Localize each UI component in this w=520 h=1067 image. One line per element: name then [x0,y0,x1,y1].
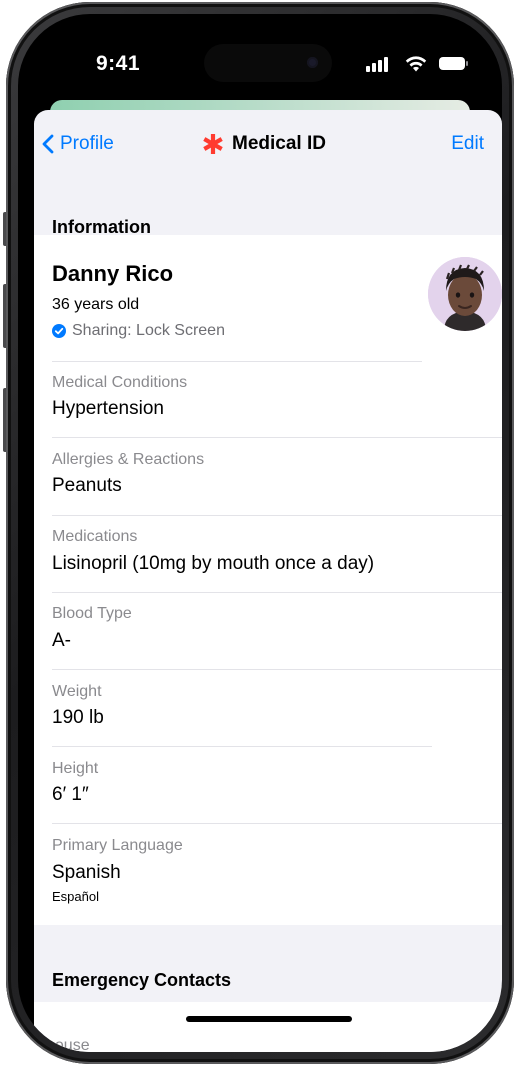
page-title: Medical ID [202,132,326,156]
weight-value: 190 lb [52,707,104,728]
blood-type-label: Blood Type [52,605,132,622]
blood-type-value: A- [52,630,71,651]
divider [52,361,422,362]
checkmark-circle-icon [52,324,66,338]
medical-id-sheet: Profile Medical ID Edit Information Dann… [34,110,502,1052]
status-icons [366,54,476,74]
allergies-label: Allergies & Reactions [52,451,205,468]
allergies-value: Peanuts [52,475,122,496]
navigation-bar: Profile Medical ID Edit [34,110,502,174]
phone-screen: 9:41 Profile Medical ID Edit Information… [18,14,502,1052]
medications-value: Lisinopril (10mg by mouth once a day) [52,553,375,574]
divider [52,592,502,593]
back-button[interactable]: Profile [42,132,114,156]
medical-star-icon [203,134,223,154]
profile-age: 36 years old [52,296,140,313]
back-button-label: Profile [60,133,114,154]
wifi-icon [405,56,427,72]
divider [52,669,502,670]
emergency-contacts-card: pouse [34,1002,502,1052]
emergency-contact-relationship: pouse [46,1037,90,1052]
emergency-contact-row[interactable]: pouse [46,1002,502,1052]
medications-label: Medications [52,528,138,545]
sharing-status-text: Sharing: Lock Screen [72,322,225,339]
sharing-status: Sharing: Lock Screen [52,321,225,341]
medical-conditions-value: Hypertension [52,398,164,419]
divider [52,823,502,824]
profile-name: Danny Rico [52,261,174,286]
home-indicator[interactable] [186,1016,352,1022]
information-card: Danny Rico 36 years old Sharing: Lock Sc… [34,235,502,925]
chevron-left-icon [42,134,54,154]
memoji-avatar [428,257,502,331]
edit-button[interactable]: Edit [451,132,484,156]
dynamic-island [204,44,332,82]
divider [52,746,432,747]
front-camera-icon [307,57,318,68]
status-bar: 9:41 [18,14,502,104]
cellular-signal-icon [366,54,394,74]
emergency-contacts-section-header: Emergency Contacts [52,970,232,990]
status-time: 9:41 [96,52,141,75]
divider [52,437,502,438]
primary-language-native: Español [52,889,99,904]
stage: 9:41 Profile Medical ID Edit Information… [0,0,520,1067]
medical-conditions-label: Medical Conditions [52,374,188,391]
height-label: Height [52,760,99,777]
primary-language-label: Primary Language [52,837,183,854]
height-value: 6′ 1″ [52,784,89,805]
page-title-text: Medical ID [232,133,326,154]
divider [52,515,502,516]
primary-language-value: Spanish [52,862,121,883]
weight-label: Weight [52,683,102,700]
